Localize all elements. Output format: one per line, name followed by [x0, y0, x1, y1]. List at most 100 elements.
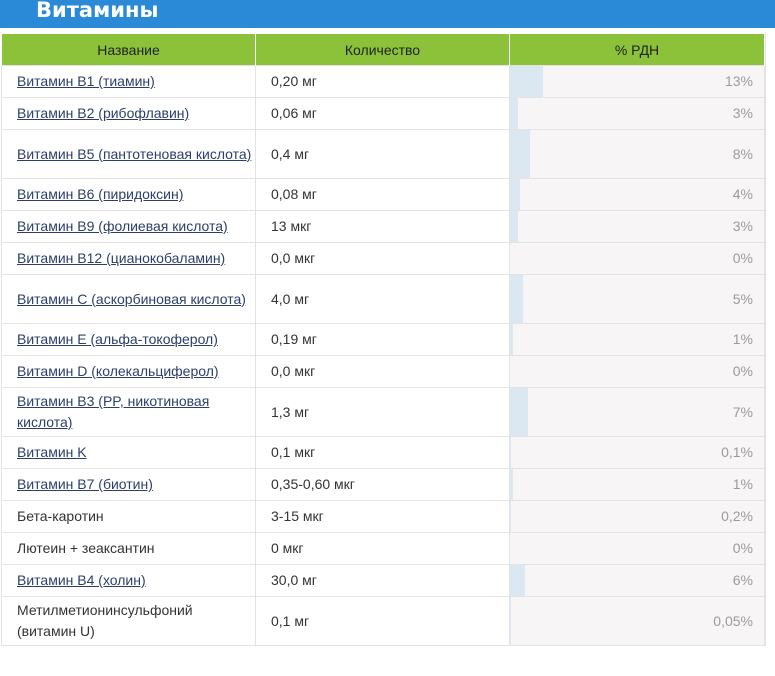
nutrient-link[interactable]: Витамин B1 (тиамин) — [17, 73, 155, 89]
table-row: Витамин B7 (биотин) 0,35-0,60 мкг 1% — [1, 468, 765, 501]
table-row: Витамин B4 (холин) 30,0 мг 6% — [1, 564, 765, 597]
nutrient-name-cell: Витамин B12 (цианокобаламин) — [1, 242, 256, 275]
amount-cell: 30,0 мг — [255, 564, 510, 597]
rdn-value: 13% — [724, 73, 753, 89]
rdn-value: 1% — [732, 331, 753, 347]
rdn-value: 1% — [732, 476, 753, 492]
rdn-value: 0,1% — [721, 444, 753, 460]
table-row: Витамин B9 (фолиевая кислота) 13 мкг 3% — [1, 210, 765, 243]
vitamins-table-container: Название Количество % РДН Витамин B1 (ти… — [0, 34, 766, 646]
nutrient-name-cell: Витамин E (альфа-токоферол) — [1, 323, 256, 356]
rdn-value: 0,05% — [713, 612, 753, 629]
rdn-cell: 0% — [509, 532, 765, 565]
rdn-value: 7% — [732, 403, 753, 420]
nutrient-name-cell: Витамин B6 (пиридоксин) — [1, 178, 256, 211]
nutrient-name-cell: Метилметионинсульфоний (витамин U) — [1, 596, 256, 646]
nutrient-link[interactable]: Витамин B2 (рибофлавин) — [17, 105, 189, 121]
rdn-value: 0% — [732, 363, 753, 379]
rdn-cell: 0,2% — [509, 500, 765, 533]
rdn-cell: 3% — [509, 97, 765, 130]
nutrient-name: Бета-каротин — [17, 508, 104, 524]
nutrient-name-cell: Витамин B3 (PP, никотиновая кислота) — [1, 387, 256, 437]
amount-cell: 3-15 мкг — [255, 500, 510, 533]
nutrient-name-cell: Витамин B1 (тиамин) — [1, 65, 256, 98]
rdn-cell: 0% — [509, 242, 765, 275]
nutrient-link[interactable]: Витамин B7 (биотин) — [17, 476, 153, 492]
rdn-value: 0,2% — [721, 508, 753, 524]
section-title: Витамины — [36, 0, 159, 22]
nutrient-name-cell: Лютеин + зеаксантин — [1, 532, 256, 565]
table-header-row: Название Количество % РДН — [1, 34, 765, 66]
rdn-value: 3% — [732, 105, 753, 121]
table-row: Лютеин + зеаксантин 0 мкг 0% — [1, 532, 765, 565]
amount-cell: 0,35-0,60 мкг — [255, 468, 510, 501]
nutrient-name-cell: Бета-каротин — [1, 500, 256, 533]
rdn-cell: 0,05% — [509, 596, 765, 646]
table-row: Витамин D (колекальциферол) 0,0 мкг 0% — [1, 355, 765, 388]
column-header-name: Название — [1, 34, 256, 66]
nutrient-name: Лютеин + зеаксантин — [17, 540, 155, 556]
table-row: Витамин B3 (PP, никотиновая кислота) 1,3 … — [1, 387, 765, 437]
nutrient-link[interactable]: Витамин D (колекальциферол) — [17, 363, 219, 379]
nutrient-link[interactable]: Витамин K — [17, 444, 87, 460]
amount-cell: 0,0 мкг — [255, 355, 510, 388]
nutrient-link[interactable]: Витамин B6 (пиридоксин) — [17, 186, 183, 202]
rdn-cell: 13% — [509, 65, 765, 98]
nutrient-name-cell: Витамин B5 (пантотеновая кислота) — [1, 129, 256, 179]
nutrient-link[interactable]: Витамин C (аскорбиновая кислота) — [17, 291, 246, 307]
nutrient-name-cell: Витамин B2 (рибофлавин) — [1, 97, 256, 130]
rdn-cell: 0,1% — [509, 436, 765, 469]
rdn-value: 4% — [732, 186, 753, 202]
nutrient-name-cell: Витамин D (колекальциферол) — [1, 355, 256, 388]
table-row: Витамин B6 (пиридоксин) 0,08 мг 4% — [1, 178, 765, 211]
table-row: Витамин C (аскорбиновая кислота) 4,0 мг 5% — [1, 274, 765, 324]
nutrient-link[interactable]: Витамин B3 (PP, никотиновая кислота) — [17, 393, 209, 430]
rdn-cell: 5% — [509, 274, 765, 324]
rdn-cell: 4% — [509, 178, 765, 211]
rdn-cell: 6% — [509, 564, 765, 597]
nutrient-name-cell: Витамин C (аскорбиновая кислота) — [1, 274, 256, 324]
amount-cell: 0,1 мкг — [255, 436, 510, 469]
rdn-value: 3% — [732, 218, 753, 234]
rdn-value: 6% — [732, 572, 753, 588]
rdn-cell: 3% — [509, 210, 765, 243]
table-row: Витамин B2 (рибофлавин) 0,06 мг 3% — [1, 97, 765, 130]
rdn-cell: 7% — [509, 387, 765, 437]
amount-cell: 4,0 мг — [255, 274, 510, 324]
amount-cell: 0,19 мг — [255, 323, 510, 356]
amount-cell: 0,06 мг — [255, 97, 510, 130]
amount-cell: 0,08 мг — [255, 178, 510, 211]
rdn-value: 0% — [732, 250, 753, 266]
vitamins-table: Название Количество % РДН Витамин B1 (ти… — [1, 34, 765, 646]
nutrient-name-cell: Витамин B7 (биотин) — [1, 468, 256, 501]
nutrient-link[interactable]: Витамин B5 (пантотеновая кислота) — [17, 146, 251, 162]
rdn-cell: 8% — [509, 129, 765, 179]
nutrient-link[interactable]: Витамин E (альфа-токоферол) — [17, 331, 218, 347]
nutrient-link[interactable]: Витамин B4 (холин) — [17, 572, 146, 588]
table-row: Витамин K 0,1 мкг 0,1% — [1, 436, 765, 469]
amount-cell: 1,3 мг — [255, 387, 510, 437]
rdn-cell: 1% — [509, 468, 765, 501]
page: Витамины Название Количество % РДН Витам… — [0, 0, 775, 676]
rdn-value: 0% — [732, 540, 753, 556]
amount-cell: 0,4 мг — [255, 129, 510, 179]
table-row: Витамин B1 (тиамин) 0,20 мг 13% — [1, 65, 765, 98]
nutrient-link[interactable]: Витамин B9 (фолиевая кислота) — [17, 218, 228, 234]
section-header-bar: Витамины — [0, 0, 775, 28]
amount-cell: 0 мкг — [255, 532, 510, 565]
table-row: Витамин E (альфа-токоферол) 0,19 мг 1% — [1, 323, 765, 356]
nutrient-name-cell: Витамин B9 (фолиевая кислота) — [1, 210, 256, 243]
rdn-value: 8% — [732, 145, 753, 162]
amount-cell: 13 мкг — [255, 210, 510, 243]
amount-cell: 0,20 мг — [255, 65, 510, 98]
nutrient-name: Метилметионинсульфоний (витамин U) — [17, 602, 193, 639]
amount-cell: 0,0 мкг — [255, 242, 510, 275]
rdn-cell: 0% — [509, 355, 765, 388]
rdn-value: 5% — [732, 290, 753, 307]
column-header-amount: Количество — [255, 34, 510, 66]
nutrient-name-cell: Витамин B4 (холин) — [1, 564, 256, 597]
rdn-cell: 1% — [509, 323, 765, 356]
table-row: Бета-каротин 3-15 мкг 0,2% — [1, 500, 765, 533]
nutrient-name-cell: Витамин K — [1, 436, 256, 469]
nutrient-link[interactable]: Витамин B12 (цианокобаламин) — [17, 250, 225, 266]
